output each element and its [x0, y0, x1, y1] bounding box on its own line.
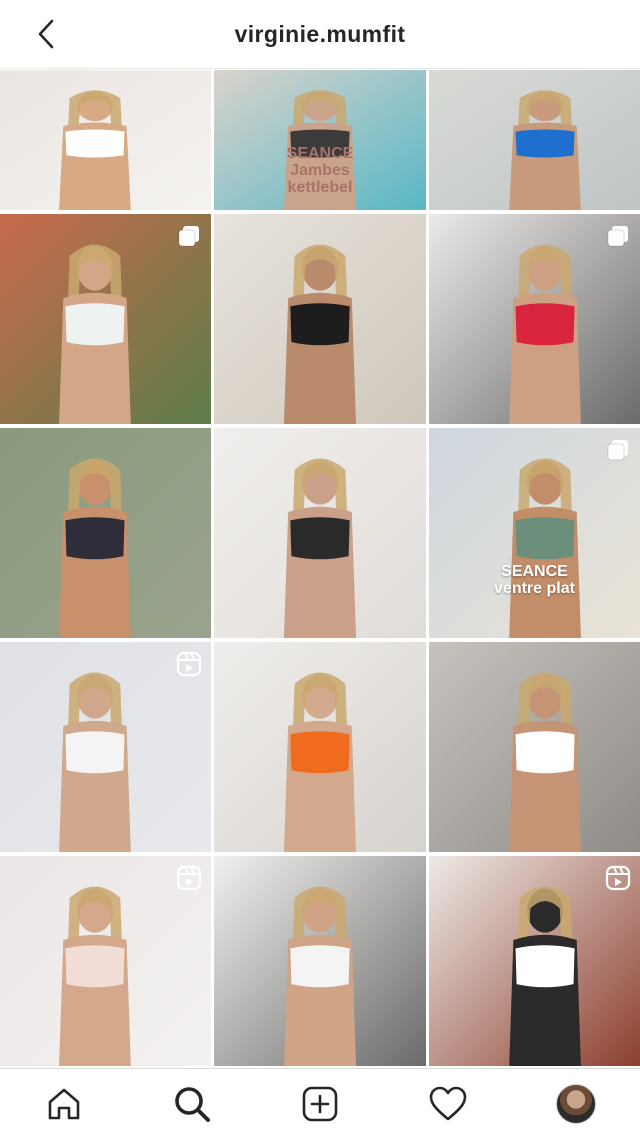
reel-icon: [604, 864, 632, 892]
post-pool-seance-jambes[interactable]: SEANCE Jambes kettlebel: [214, 70, 426, 210]
post-floral-bikini[interactable]: [0, 428, 211, 638]
post-orange-dress[interactable]: [214, 642, 426, 852]
reel-icon: [175, 864, 203, 892]
overlay-line: Jambes: [290, 161, 350, 179]
post-balloon-gym[interactable]: [214, 856, 426, 1066]
profile-header: virginie.mumfit: [0, 0, 640, 69]
search-icon: [175, 1087, 210, 1122]
post-photo: [0, 70, 211, 210]
post-pancakes-white-top[interactable]: [0, 70, 211, 210]
tab-new-post[interactable]: [288, 1072, 352, 1136]
posts-grid: SEANCE Jambes kettlebel SEANCE ventre pl…: [0, 70, 640, 1068]
post-photo: [214, 642, 426, 852]
reel-icon: [175, 650, 203, 678]
post-seance-ventre-plat[interactable]: SEANCE ventre plat: [429, 428, 640, 638]
post-red-sports-bra[interactable]: [429, 214, 640, 424]
tab-search[interactable]: [160, 1072, 224, 1136]
post-mother-daughter[interactable]: [0, 214, 211, 424]
post-photo: [429, 70, 640, 210]
overlay-line: kettlebel: [287, 178, 353, 196]
back-button[interactable]: [26, 14, 66, 54]
post-chocolate-box[interactable]: [214, 428, 426, 638]
post-white-bikini-selfie[interactable]: [429, 642, 640, 852]
post-white-robe[interactable]: [0, 856, 211, 1066]
carousel-icon: [604, 436, 632, 464]
post-black-bikini-mirror[interactable]: [214, 214, 426, 424]
post-photo: [214, 214, 426, 424]
post-white-set-reel[interactable]: [0, 642, 211, 852]
post-blue-sports-set[interactable]: [429, 70, 640, 210]
chevron-left-icon: [38, 19, 54, 49]
post-photo: [214, 428, 426, 638]
overlay-line: ventre plat: [494, 579, 575, 597]
carousel-icon: [175, 222, 203, 250]
post-photo: [214, 856, 426, 1066]
carousel-icon: [604, 222, 632, 250]
profile-avatar: [556, 1084, 596, 1124]
tab-profile[interactable]: [544, 1072, 608, 1136]
new-post-icon: [302, 1086, 338, 1122]
post-white-skirt-stairs[interactable]: [429, 856, 640, 1066]
tab-home[interactable]: [32, 1072, 96, 1136]
profile-username: virginie.mumfit: [234, 20, 406, 47]
post-overlay-text: SEANCE ventre plat: [429, 563, 640, 598]
post-overlay-text: SEANCE Jambes kettlebel: [214, 145, 426, 196]
overlay-line: SEANCE: [286, 145, 354, 162]
post-photo: [429, 642, 640, 852]
tab-activity[interactable]: [416, 1072, 480, 1136]
bottom-tab-bar: [0, 1068, 640, 1139]
post-photo: [0, 428, 211, 638]
overlay-line: SEANCE: [501, 563, 568, 580]
activity-heart-icon: [429, 1086, 467, 1121]
home-icon: [48, 1088, 80, 1120]
